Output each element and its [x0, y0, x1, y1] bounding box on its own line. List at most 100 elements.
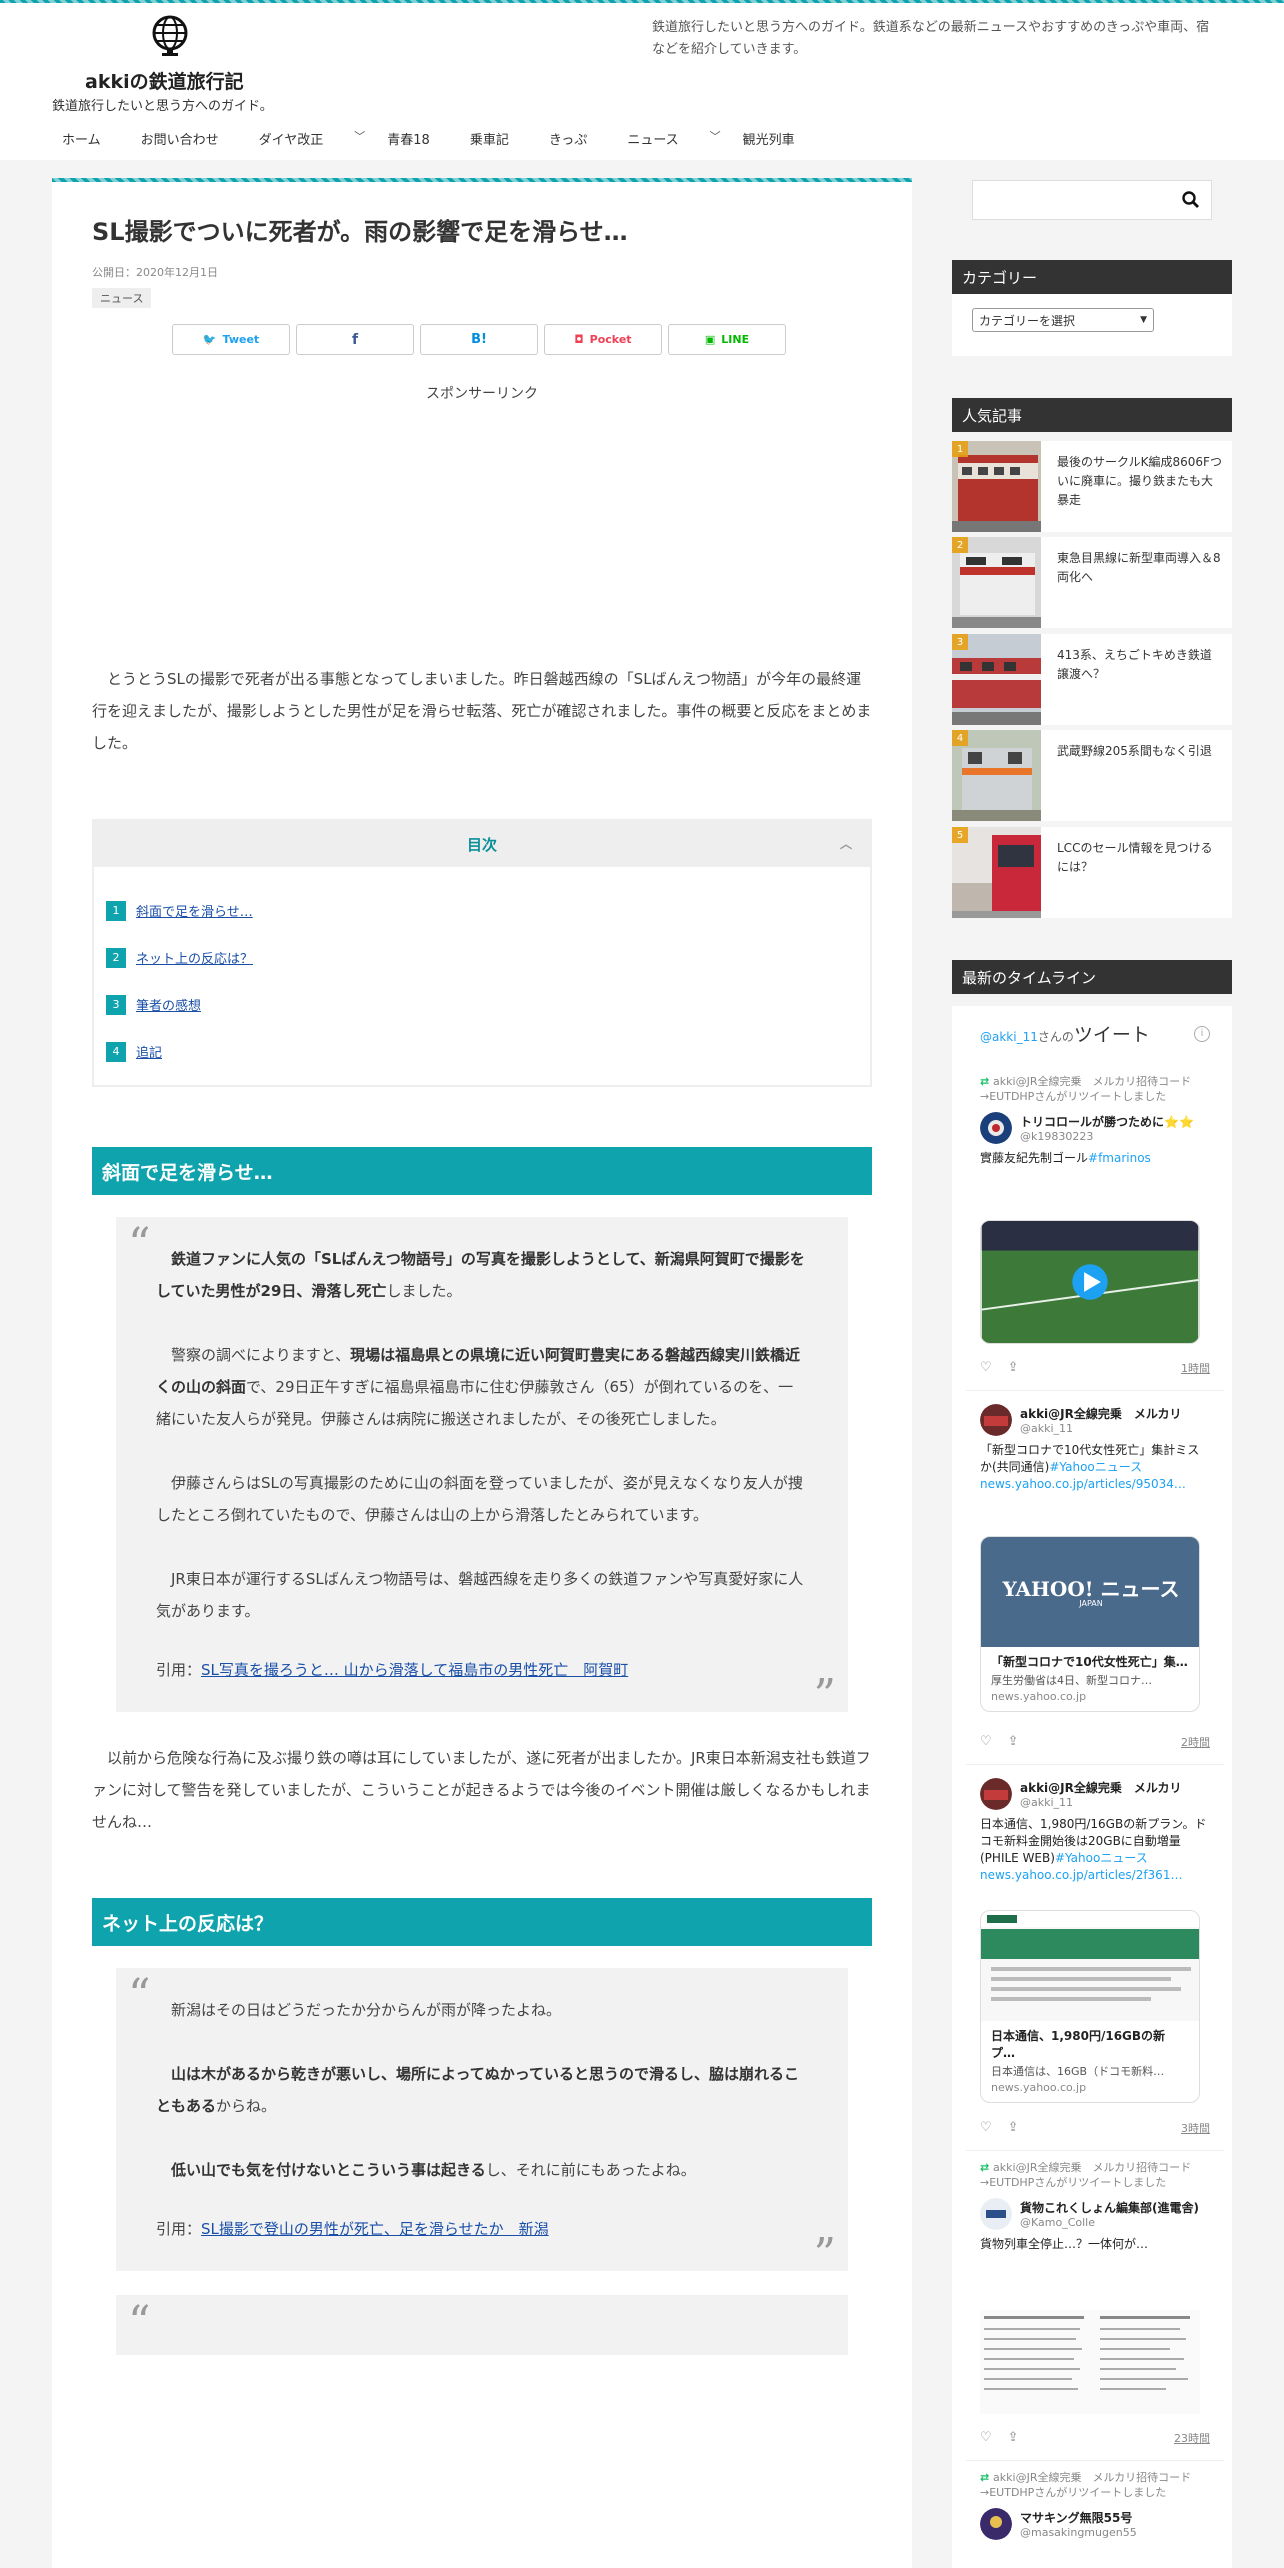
popular-article-title[interactable]: LCCのセール情報を見つけるには？ [1057, 839, 1222, 877]
share-icon[interactable]: ⇪ [1008, 2430, 1019, 2445]
avatar[interactable] [980, 1112, 1012, 1144]
nav-item-seishun18[interactable]: 青春18 [367, 121, 450, 156]
tweet-author[interactable]: akki@JR全線完乗 メルカリ @akki_11 [980, 1778, 1210, 1810]
nav-item-tickets[interactable]: きっぷ [529, 121, 607, 156]
line-share-button[interactable]: ▣ LINE [668, 324, 786, 355]
tweet-actions: ♡ ⇪ 3時間 [980, 2120, 1210, 2138]
tweet-author[interactable]: 貨物これくしょん編集部(進電舎) @Kamo_Colle [980, 2198, 1210, 2230]
tweet-actions: ♡ ⇪ 1時間 [980, 1360, 1210, 1378]
tweet-time[interactable]: 2時間 [1181, 1734, 1210, 1750]
site-title[interactable]: akkiの鉄道旅行記 [85, 67, 244, 94]
tweet-time[interactable]: 23時間 [1174, 2430, 1210, 2446]
search-icon[interactable] [1181, 190, 1201, 210]
nav-item-contact[interactable]: お問い合わせ [121, 121, 239, 156]
search-box[interactable] [972, 180, 1212, 220]
share-icon[interactable]: ⇪ [1008, 2120, 1019, 2135]
card-image: YAHOO! ニュース JAPAN [981, 1537, 1199, 1647]
quote-open-icon: “ [128, 2297, 151, 2348]
tweet-author[interactable]: トリコロールが勝つために⭐⭐ @k19830223 [980, 1112, 1210, 1144]
tweet-time[interactable]: 3時間 [1181, 2120, 1210, 2136]
toc-header[interactable]: 目次 ︿ [94, 821, 870, 867]
toc-link[interactable]: 追記 [136, 1042, 162, 1061]
facebook-share-button[interactable]: f [296, 324, 414, 355]
tweet[interactable]: ⇄ akki@JR全線完乗 メルカリ招待コード→EUTDHPさんがリツイートしま… [980, 2470, 1210, 2540]
popular-article[interactable]: 5 LCCのセール情報を見つけるには？ [952, 827, 1232, 918]
category-badge[interactable]: ニュース [92, 288, 152, 308]
tweet[interactable]: akki@JR全線完乗 メルカリ @akki_11 「新型コロナで10代女性死亡」… [980, 1404, 1210, 1493]
toc-title: 目次 [466, 835, 497, 854]
tweet-author[interactable]: マサキング無限55号 @masakingmugen55 [980, 2508, 1210, 2540]
ad-space [92, 403, 872, 663]
nav-item-home[interactable]: ホーム [42, 121, 121, 156]
twitter-icon: 🐦 [202, 333, 217, 346]
share-icon[interactable]: ⇪ [1008, 1734, 1019, 1749]
table-of-contents: 目次 ︿ 1 斜面で足を滑らせ… 2 ネット上の反応は？ 3 筆者の感想 4 追記 [92, 819, 872, 1087]
tweet[interactable]: akki@JR全線完乗 メルカリ @akki_11 日本通信、1,980円/16G… [980, 1778, 1210, 1884]
chevron-down-icon: ▼ [1140, 315, 1147, 325]
twitter-timeline: @akki_11さんのツイート i ⇄ akki@JR全線完乗 メルカリ招待コー… [952, 1006, 1232, 2568]
citation: 引用：SL写真を撮ろうと… 山から滑落して福島市の男性死亡 阿賀町 [156, 1661, 629, 1679]
avatar[interactable] [980, 2198, 1012, 2230]
retweet-notice: ⇄ akki@JR全線完乗 メルカリ招待コード→EUTDHPさんがリツイートしま… [980, 2471, 1192, 2499]
video-thumbnail[interactable] [980, 1220, 1200, 1344]
popular-article-title[interactable]: 武蔵野線205系間もなく引退 [1057, 742, 1222, 761]
tweet-image[interactable] [980, 2310, 1200, 2414]
quote-paragraph: 鉄道ファンに人気の「SLばんえつ物語号」の写真を撮影しようとして、新潟県阿賀町で… [156, 1250, 805, 1300]
tweet-actions: ♡ ⇪ 2時間 [980, 1734, 1210, 1752]
popular-article-title[interactable]: 最後のサークルK編成8606Fついに廃車に。撮り鉄またも大暴走 [1057, 453, 1222, 510]
yahoo-logo: YAHOO! ニュース [1002, 1577, 1180, 1601]
citation-link[interactable]: SL写真を撮ろうと… 山から滑落して福島市の男性死亡 阿賀町 [201, 1661, 628, 1679]
toc-link[interactable]: 筆者の感想 [136, 995, 201, 1014]
citation-link[interactable]: SL撮影で登山の男性が死亡、足を滑らせたか 新潟 [201, 2220, 549, 2238]
toc-item: 4 追記 [106, 1028, 858, 1075]
article-main: SL撮影でついに死者が。雨の影響で足を滑らせ… 公開日：2020年12月1日 ニ… [52, 178, 912, 2568]
category-select[interactable]: カテゴリーを選択 ▼ [972, 308, 1154, 332]
tweet-button[interactable]: 🐦 Tweet [172, 324, 290, 355]
nav-item-sightseeing-trains[interactable]: 観光列車 [723, 121, 815, 156]
quote-paragraph: 警察の調べによりますと、現場は福島県との県境に近い阿賀町豊実にある磐越西線実川鉄… [156, 1346, 800, 1428]
sponsor-label: スポンサーリンク [426, 386, 538, 402]
popular-article[interactable]: 3 413系、えちごトキめき鉄道譲渡へ？ [952, 634, 1232, 725]
nav-item-timetable[interactable]: ダイヤ改正 ﹀ [239, 121, 368, 156]
popular-article[interactable]: 1 最後のサークルK編成8606Fついに廃車に。撮り鉄またも大暴走 [952, 441, 1232, 532]
nav-item-news[interactable]: ニュース ﹀ [607, 121, 722, 156]
article-intro: とうとうSLの撮影で死者が出る事態となってしまいました。昨日磐越西線の「SLばん… [92, 670, 872, 752]
heart-icon[interactable]: ♡ [980, 2120, 992, 2135]
quote-block: “ 新潟はその日はどうだったか分からんが雨が降ったよね。 山は木があるから乾きが… [116, 1968, 848, 2277]
heart-icon[interactable]: ♡ [980, 1734, 992, 1749]
tweet[interactable]: ⇄ akki@JR全線完乗 メルカリ招待コード→EUTDHPさんがリツイートしま… [980, 1074, 1210, 1167]
link-card[interactable]: 日本通信、1,980円/16GBの新プ… 日本通信は、16GB（ドコモ新料… n… [980, 1910, 1200, 2103]
popular-article[interactable]: 4 武蔵野線205系間もなく引退 [952, 730, 1232, 821]
quote-open-icon: “ [128, 1219, 151, 1270]
popular-article-title[interactable]: 413系、えちごトキめき鉄道譲渡へ？ [1057, 646, 1222, 684]
heart-icon[interactable]: ♡ [980, 1360, 992, 1375]
avatar[interactable] [980, 1778, 1012, 1810]
heart-icon[interactable]: ♡ [980, 2430, 992, 2445]
toc-link[interactable]: 斜面で足を滑らせ… [136, 901, 253, 920]
info-icon[interactable]: i [1194, 1026, 1210, 1042]
toc-link[interactable]: ネット上の反応は？ [136, 948, 253, 967]
popular-article[interactable]: 2 東急目黒線に新型車両導入＆8両化へ [952, 537, 1232, 628]
avatar[interactable] [980, 1404, 1012, 1436]
quote-close-icon: ” [813, 1670, 837, 1721]
tweet[interactable]: ⇄ akki@JR全線完乗 メルカリ招待コード→EUTDHPさんがリツイートしま… [980, 2160, 1210, 2253]
link-card[interactable]: YAHOO! ニュース JAPAN 「新型コロナで10代女性死亡」集… 厚生労働… [980, 1536, 1200, 1712]
retweet-icon: ⇄ [980, 1075, 994, 1088]
popular-article-title[interactable]: 東急目黒線に新型車両導入＆8両化へ [1057, 549, 1222, 587]
retweet-notice: ⇄ akki@JR全線完乗 メルカリ招待コード→EUTDHPさんがリツイートしま… [980, 1075, 1192, 1103]
chevron-up-icon[interactable]: ︿ [840, 835, 852, 852]
global-nav: ホーム お問い合わせ ダイヤ改正 ﹀ 青春18 乗車記 きっぷ ニュース ﹀ 観光列… [42, 121, 815, 156]
tweet-author[interactable]: akki@JR全線完乗 メルカリ @akki_11 [980, 1404, 1210, 1436]
share-icon[interactable]: ⇪ [1008, 1360, 1019, 1375]
avatar[interactable] [980, 2508, 1012, 2540]
nav-item-ride-report[interactable]: 乗車記 [450, 121, 529, 156]
globe-logo-icon[interactable] [148, 13, 192, 57]
hatena-bookmark-button[interactable]: B! [420, 324, 538, 355]
pocket-button[interactable]: ◘ Pocket [544, 324, 662, 355]
quote-paragraph: JR東日本が運行するSLばんえつ物語号は、磐越西線を走り多くの鉄道ファンや写真愛… [156, 1570, 804, 1620]
chevron-down-icon: ﹀ [354, 130, 366, 143]
chevron-down-icon: ﹀ [709, 130, 721, 143]
tweet-time[interactable]: 1時間 [1181, 1360, 1210, 1376]
timeline-header: @akki_11さんのツイート [980, 1024, 1150, 1046]
quote-paragraph: 新潟はその日はどうだったか分からんが雨が降ったよね。 [171, 2001, 562, 2019]
